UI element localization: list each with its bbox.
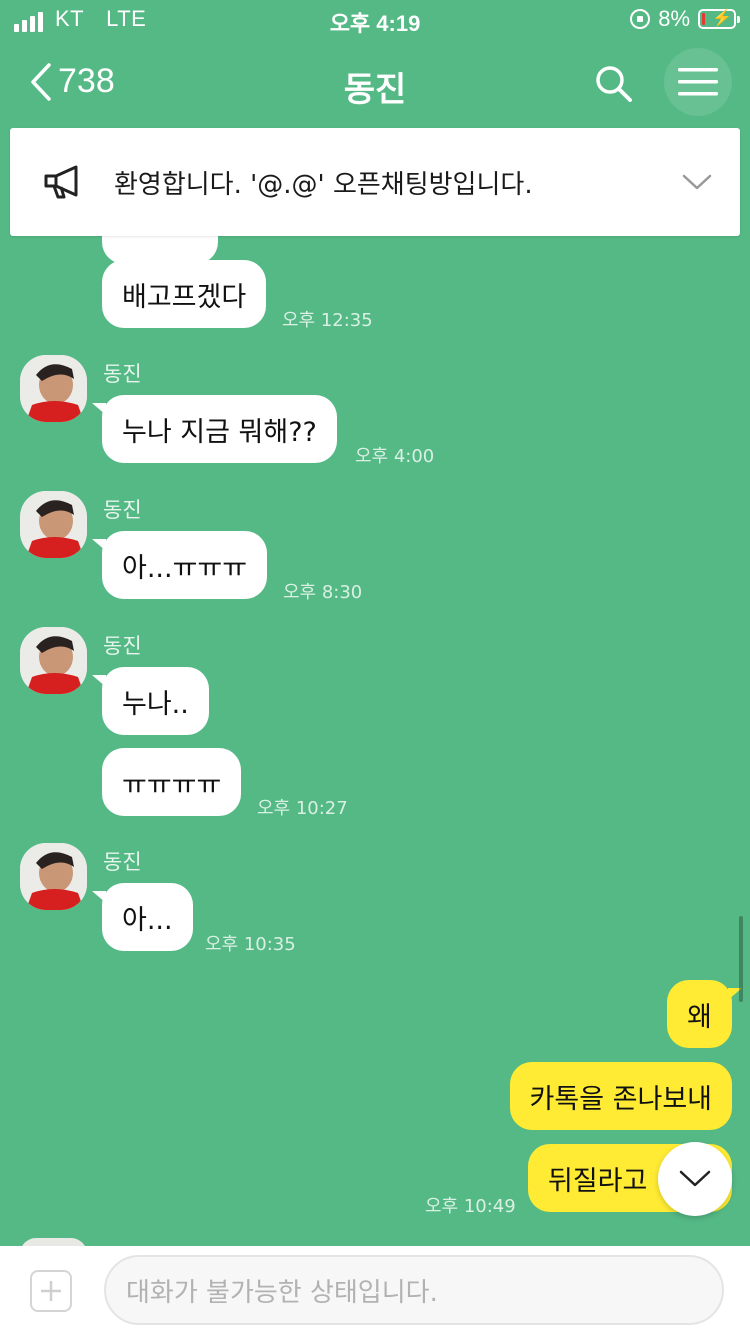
chevron-down-icon[interactable] bbox=[682, 173, 712, 191]
message-time: 오후 12:35 bbox=[282, 310, 373, 331]
message-bubble: 아... bbox=[92, 883, 193, 951]
message-time: 오후 10:35 bbox=[205, 934, 296, 955]
profile-photo-icon bbox=[20, 843, 87, 910]
notice-banner[interactable]: 환영합니다. '@.@' 오픈채팅방입니다. bbox=[10, 128, 740, 236]
message-bubble: 배고프겠다 bbox=[102, 260, 267, 328]
message-bubble: 누나 지금 뭐해?? bbox=[92, 395, 337, 463]
megaphone-icon bbox=[44, 165, 78, 199]
sender-name: 동진 bbox=[103, 850, 142, 874]
avatar[interactable] bbox=[20, 843, 87, 910]
message-time: 오후 4:00 bbox=[355, 446, 435, 467]
message-bubble: ㅠㅠㅠㅠ bbox=[102, 748, 242, 816]
profile-photo-icon bbox=[20, 491, 87, 558]
scroll-to-bottom-button[interactable] bbox=[658, 1142, 732, 1216]
scroll-indicator[interactable] bbox=[739, 916, 743, 1002]
chevron-down-icon bbox=[679, 1170, 711, 1187]
plus-icon bbox=[41, 1281, 61, 1301]
input-bar: 대화가 불가능한 상태입니다. bbox=[0, 1246, 750, 1334]
attach-button[interactable] bbox=[30, 1270, 72, 1312]
message-bubble: 아...ㅠㅠㅠ bbox=[91, 531, 268, 599]
profile-photo-icon bbox=[20, 355, 87, 422]
avatar[interactable] bbox=[20, 627, 87, 694]
sender-name: 동진 bbox=[103, 634, 142, 658]
message-time: 오후 10:27 bbox=[257, 798, 348, 819]
message-input[interactable]: 대화가 불가능한 상태입니다. bbox=[104, 1255, 724, 1325]
my-message-bubble: 카톡을 존나보내 bbox=[509, 1062, 732, 1130]
notice-text: 환영합니다. '@.@' 오픈채팅방입니다. bbox=[114, 169, 533, 200]
sender-name: 동진 bbox=[103, 498, 142, 522]
profile-photo-icon bbox=[20, 627, 87, 694]
avatar[interactable] bbox=[20, 355, 87, 422]
my-message-bubble: 왜 bbox=[667, 980, 742, 1048]
avatar[interactable] bbox=[20, 491, 87, 558]
message-time: 오후 8:30 bbox=[283, 582, 363, 603]
message-time: 오후 10:49 bbox=[425, 1196, 516, 1217]
message-bubble: 누나.. bbox=[92, 667, 209, 735]
sender-name: 동진 bbox=[103, 362, 142, 386]
